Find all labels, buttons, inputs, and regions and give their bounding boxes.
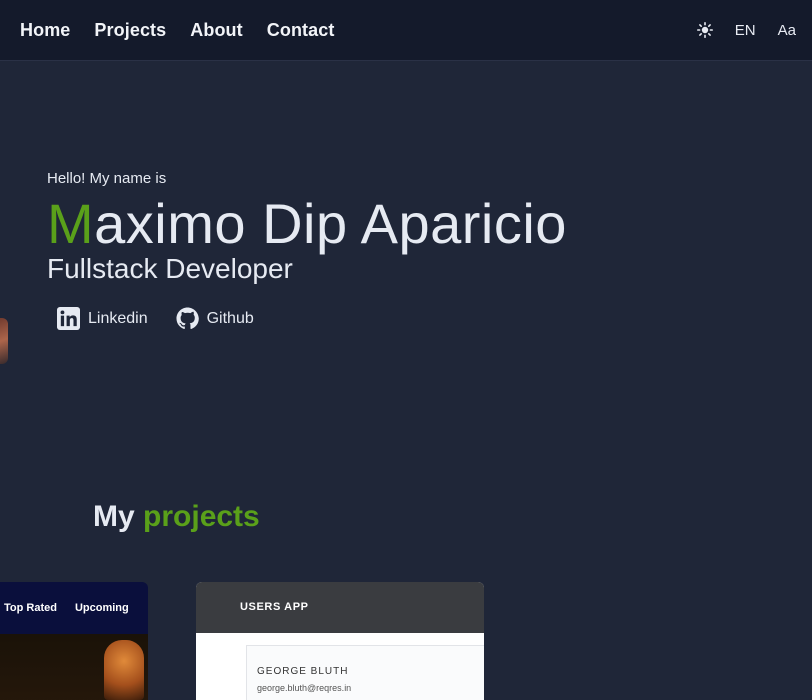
navbar: Home Projects About Contact EN Aa — [0, 0, 812, 61]
linkedin-link[interactable]: Linkedin — [57, 307, 148, 330]
hero-name-rest: aximo Dip Aparicio — [94, 192, 567, 255]
nav-link-projects[interactable]: Projects — [94, 20, 166, 41]
hero-greeting: Hello! My name is — [47, 170, 167, 187]
projects-heading: My projects — [93, 500, 260, 534]
hero-role: Fullstack Developer — [47, 253, 293, 284]
user-name: GEORGE BLUTH — [257, 666, 349, 677]
hero-name-initial: M — [47, 192, 95, 255]
github-link[interactable]: Github — [176, 307, 254, 330]
decorative-image-edge — [0, 318, 8, 364]
nav-link-contact[interactable]: Contact — [267, 20, 335, 41]
projects-heading-plain: My — [93, 500, 135, 533]
font-size-button[interactable]: Aa — [778, 22, 796, 39]
nav-link-about[interactable]: About — [190, 20, 242, 41]
user-card: GEORGE BLUTH george.bluth@reqres.in — [246, 645, 484, 700]
users-app-header: USERS APP — [196, 582, 484, 633]
linkedin-icon — [57, 307, 80, 330]
nav-links: Home Projects About Contact — [20, 20, 334, 41]
project-card-users-app[interactable]: USERS APP GEORGE BLUTH george.bluth@reqr… — [196, 582, 484, 700]
users-app-body: GEORGE BLUTH george.bluth@reqres.in — [196, 633, 484, 700]
projects-heading-accent: projects — [143, 500, 260, 533]
hero-section: Hello! My name is Maximo Dip Aparicio Fu… — [47, 170, 567, 330]
language-button[interactable]: EN — [735, 22, 756, 39]
user-email: george.bluth@reqres.in — [257, 683, 352, 693]
theme-toggle-button[interactable] — [696, 22, 713, 38]
linkedin-label: Linkedin — [88, 309, 148, 327]
project-card-movie-app[interactable]: Top Rated Upcoming — [0, 582, 148, 700]
movie-app-nav: Top Rated Upcoming — [0, 582, 148, 614]
page: Home Projects About Contact EN Aa Hello!… — [0, 0, 812, 700]
nav-tools: EN Aa — [696, 22, 796, 39]
sun-icon — [696, 22, 713, 38]
github-icon — [176, 307, 199, 329]
movie-nav-top-rated: Top Rated — [4, 602, 57, 614]
movie-poster-image — [0, 634, 148, 700]
movie-nav-upcoming: Upcoming — [74, 602, 129, 614]
hero-name: Maximo Dip Aparicio — [47, 195, 567, 253]
social-links: Linkedin Github — [57, 307, 567, 330]
github-label: Github — [206, 309, 254, 327]
poster-figure — [104, 640, 144, 700]
nav-link-home[interactable]: Home — [20, 20, 70, 41]
